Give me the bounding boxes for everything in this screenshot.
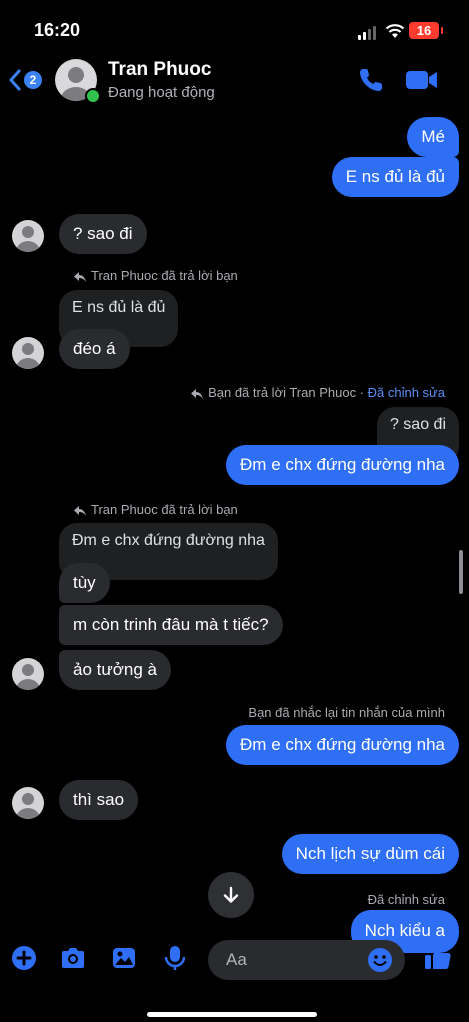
reply-arrow-icon [74,271,86,282]
contact-avatar-small [12,220,44,252]
wifi-icon [385,24,405,38]
microphone-icon[interactable] [161,944,189,972]
message-bubble-sent[interactable]: Đm e chx đứng đường nha [226,445,459,485]
message-bubble-sent[interactable]: Mé [407,117,459,157]
contact-avatar-small [12,337,44,369]
contact-name[interactable]: Tran Phuoc [108,59,211,81]
status-time: 16:20 [34,20,81,40]
signal-icon [358,26,380,40]
scrollbar-thumb[interactable] [459,550,463,594]
contact-avatar-small [12,787,44,819]
message-bubble-received[interactable]: ảo tưởng à [59,650,171,690]
message-bubble-received[interactable]: thì sao [59,780,139,820]
scroll-to-bottom-button[interactable] [208,872,254,918]
message-input-placeholder: Aa [226,950,247,969]
remind-meta: Bạn đã nhắc lại tin nhắn của mình [248,705,445,720]
message-bubble-received[interactable]: ? sao đi [59,214,147,254]
video-camera-icon[interactable] [405,68,439,92]
message-input[interactable]: Aa [208,940,405,980]
image-icon[interactable] [110,944,138,972]
message-bubble-sent[interactable]: E ns đủ là đủ [331,157,459,197]
reply-arrow-icon [74,505,86,516]
smile-icon[interactable] [367,947,393,973]
message-bubble-sent[interactable]: Đm e chx đứng đường nha [226,725,459,765]
chevron-left-icon [9,69,21,91]
message-bubble-received[interactable]: tùy [59,563,110,603]
contact-avatar-small [12,658,44,690]
thumbs-up-icon[interactable] [423,942,453,972]
edited-label: Đã chỉnh sửa [367,385,445,400]
edited-label: Đã chỉnh sửa [367,892,445,907]
arrow-down-icon [223,886,239,903]
plus-icon[interactable] [10,944,38,972]
message-bubble-received[interactable]: đéo á [59,329,130,369]
phone-icon[interactable] [357,66,385,94]
online-indicator [85,88,101,104]
message-bubble-sent[interactable]: Nch lịch sự dùm cái [281,834,459,874]
reply-arrow-icon [191,388,204,399]
reply-meta: Tran Phuoc đã trả lời bạn [74,268,238,283]
camera-icon[interactable] [59,944,87,972]
back-button[interactable]: 2 [8,66,42,94]
message-bubble-received[interactable]: m còn trinh đâu mà t tiếc? [59,605,283,645]
reply-meta: Tran Phuoc đã trả lời bạn [74,502,238,517]
home-indicator [147,1012,317,1017]
contact-status: Đang hoạt động [108,84,215,101]
reply-meta: Bạn đã trả lời Tran Phuoc · Đã chỉnh sửa [191,385,445,400]
unread-badge: 2 [24,71,42,89]
battery-indicator: 16 [409,22,443,39]
